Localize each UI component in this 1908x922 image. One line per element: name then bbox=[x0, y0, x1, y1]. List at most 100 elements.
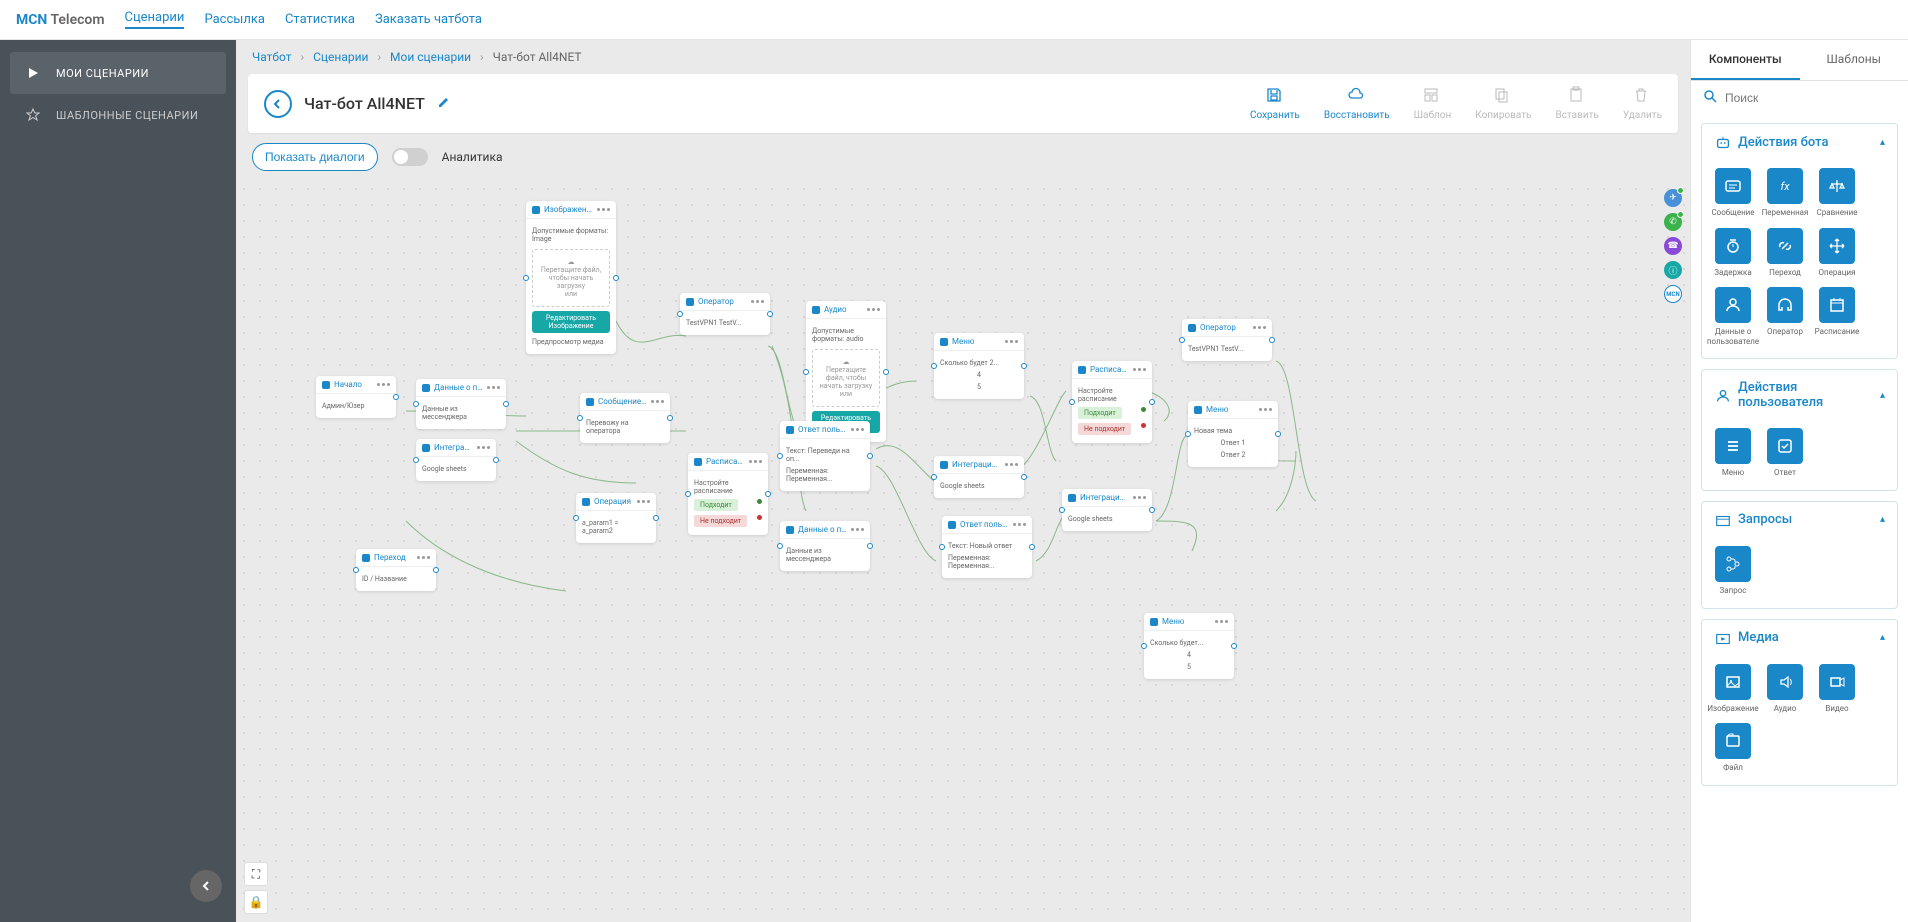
toolbar-label: Сохранить bbox=[1250, 110, 1300, 121]
node-goto[interactable]: Переход ID / Название bbox=[356, 549, 436, 591]
component-scale[interactable]: Сравнение bbox=[1816, 168, 1858, 218]
node-title: Интеграция с G... bbox=[434, 443, 473, 452]
breadcrumb-chatbot[interactable]: Чатбот bbox=[252, 50, 292, 64]
node-menu[interactable]: Меню Сколько будет 2... 4 5 bbox=[934, 333, 1024, 399]
node-message-bot[interactable]: Сообщение бот... Перевожу на оператора bbox=[580, 393, 670, 443]
msg-icon bbox=[1715, 168, 1751, 204]
component-audio[interactable]: Аудио bbox=[1764, 664, 1806, 714]
component-headset[interactable]: Оператор bbox=[1764, 287, 1806, 346]
node-menu3[interactable]: Меню Сколько будет... 4 5 bbox=[1144, 613, 1234, 679]
node-operation[interactable]: Операция a_param1 = a_param2 bbox=[576, 493, 656, 543]
node-text: Текст: Переведи на оп... bbox=[786, 445, 864, 465]
node-userdata[interactable]: Данные о пользова... Данные из мессендже… bbox=[416, 379, 506, 429]
node-title: Операция bbox=[594, 497, 633, 506]
node-answer[interactable]: Ответ пользова... Текст: Переведи на оп.… bbox=[780, 421, 870, 491]
viber-status-icon[interactable]: ☎ bbox=[1664, 237, 1682, 255]
component-link[interactable]: Переход bbox=[1764, 228, 1806, 278]
component-calendar[interactable]: Расписание bbox=[1816, 287, 1858, 346]
menu-option[interactable]: Ответ 2 bbox=[1194, 449, 1272, 461]
node-text: Переменная: Переменная... bbox=[948, 552, 1026, 572]
menu-option[interactable]: 4 bbox=[940, 369, 1018, 381]
back-button[interactable] bbox=[264, 90, 292, 118]
component-file[interactable]: Файл bbox=[1712, 723, 1754, 773]
sidebar-item-my-scenarios[interactable]: МОИ СЦЕНАРИИ bbox=[10, 52, 226, 94]
mcn-status-icon[interactable]: MCN bbox=[1664, 285, 1682, 303]
upload-area[interactable]: ☁ Перетащите файл, чтобы начать загрузку… bbox=[812, 349, 880, 407]
toolbar-label: Копировать bbox=[1475, 110, 1531, 121]
nav-scenarios[interactable]: Сценарии bbox=[125, 10, 185, 29]
group-title: Запросы bbox=[1738, 512, 1792, 527]
component-move[interactable]: Операция bbox=[1816, 228, 1858, 278]
component-answer[interactable]: Ответ bbox=[1764, 428, 1806, 478]
analytics-toggle[interactable] bbox=[392, 148, 428, 166]
image-icon bbox=[1715, 664, 1751, 700]
node-userdata2[interactable]: Данные о пользова... Данные из мессендже… bbox=[780, 521, 870, 571]
show-dialogs-button[interactable]: Показать диалоги bbox=[252, 143, 378, 171]
menu-option[interactable]: 5 bbox=[1150, 661, 1228, 673]
telegram-status-icon[interactable]: ✈ bbox=[1664, 189, 1682, 207]
channel-status-icons: ✈ ✆ ☎ ⓘ MCN bbox=[1664, 189, 1682, 303]
node-text: Перетащите файл, чтобы начать загрузку bbox=[817, 366, 875, 390]
component-label: Ответ bbox=[1774, 468, 1796, 478]
nav-order-bot[interactable]: Заказать чатбота bbox=[375, 12, 482, 27]
tag-ok: Подходит bbox=[694, 499, 738, 511]
menu-option[interactable]: Ответ 1 bbox=[1194, 437, 1272, 449]
restore-button[interactable]: Восстановить bbox=[1324, 86, 1390, 121]
node-title: Интеграция с G... bbox=[952, 460, 1001, 469]
component-userdata[interactable]: Данные о пользователе bbox=[1712, 287, 1754, 346]
group-header[interactable]: Запросы▴ bbox=[1702, 502, 1897, 538]
copy-icon bbox=[1493, 86, 1513, 106]
upload-area[interactable]: ☁ Перетащите файл, чтобы начать загрузку… bbox=[532, 249, 610, 307]
breadcrumb-scenarios[interactable]: Сценарии bbox=[313, 50, 368, 64]
group-header[interactable]: Действия пользователя▴ bbox=[1702, 370, 1897, 420]
left-sidebar: МОИ СЦЕНАРИИ ШАБЛОННЫЕ СЦЕНАРИИ bbox=[0, 40, 236, 922]
group-header[interactable]: Медиа▴ bbox=[1702, 620, 1897, 656]
controls-bar: Показать диалоги Аналитика bbox=[236, 133, 1690, 181]
sidebar-item-template-scenarios[interactable]: ШАБЛОННЫЕ СЦЕНАРИИ bbox=[10, 94, 226, 136]
node-schedule2[interactable]: Расписание Настройте расписание Подходит… bbox=[1072, 361, 1152, 443]
nav-mailing[interactable]: Рассылка bbox=[204, 12, 265, 27]
group-header[interactable]: Действия бота▴ bbox=[1702, 124, 1897, 160]
node-button[interactable]: Редактировать Изображение bbox=[532, 311, 610, 333]
component-msg[interactable]: Сообщение bbox=[1712, 168, 1754, 218]
component-timer[interactable]: Задержка bbox=[1712, 228, 1754, 278]
nav-stats[interactable]: Статистика bbox=[285, 12, 355, 27]
save-button[interactable]: Сохранить bbox=[1250, 86, 1300, 121]
menu-option[interactable]: 5 bbox=[940, 381, 1018, 393]
audio-icon bbox=[1767, 664, 1803, 700]
node-schedule[interactable]: Расписание Настройте расписание Подходит… bbox=[688, 453, 768, 535]
node-answer2[interactable]: Ответ пользова... Текст: Новый ответ Пер… bbox=[942, 516, 1032, 578]
breadcrumb-my-scenarios[interactable]: Мои сценарии bbox=[390, 50, 471, 64]
flow-canvas[interactable]: Изображение Допустимые форматы: Image ☁ … bbox=[236, 181, 1690, 922]
node-title: Переход bbox=[374, 553, 413, 562]
node-title: Оператор bbox=[1200, 323, 1249, 332]
component-menu[interactable]: Меню bbox=[1712, 428, 1754, 478]
node-operator2[interactable]: Оператор TestVPN1 TestV... bbox=[1182, 319, 1272, 361]
node-integration3[interactable]: Интеграция с G... Google sheets bbox=[1062, 489, 1152, 531]
menu-option[interactable]: 4 bbox=[1150, 649, 1228, 661]
node-text: или bbox=[537, 290, 605, 298]
component-fx[interactable]: fxПеременная bbox=[1764, 168, 1806, 218]
cloud-upload-icon: ☁ bbox=[817, 358, 875, 366]
component-image[interactable]: Изображение bbox=[1712, 664, 1754, 714]
info-status-icon[interactable]: ⓘ bbox=[1664, 261, 1682, 279]
search-input[interactable] bbox=[1725, 91, 1896, 105]
node-title: Сообщение бот... bbox=[598, 397, 647, 406]
tab-components[interactable]: Компоненты bbox=[1691, 40, 1800, 80]
component-group: Действия бота▴ СообщениеfxПеременнаяСравн… bbox=[1701, 123, 1898, 359]
lock-button[interactable]: 🔒 bbox=[244, 890, 268, 914]
node-text: Данные из мессенджера bbox=[786, 545, 864, 565]
node-operator[interactable]: Оператор TestVPN1 TestV... bbox=[680, 293, 770, 335]
node-image[interactable]: Изображение Допустимые форматы: Image ☁ … bbox=[526, 201, 616, 354]
fullscreen-button[interactable]: ⛶ bbox=[244, 862, 268, 886]
tab-templates[interactable]: Шаблоны bbox=[1800, 40, 1908, 80]
edit-title-button[interactable] bbox=[437, 95, 451, 113]
node-menu2[interactable]: Меню Новая тема Ответ 1 Ответ 2 bbox=[1188, 401, 1278, 467]
node-integration[interactable]: Интеграция с G... Google sheets bbox=[416, 439, 496, 481]
component-video[interactable]: Видео bbox=[1816, 664, 1858, 714]
node-start[interactable]: Начало Админ/Юзер bbox=[316, 376, 396, 418]
collapse-sidebar-button[interactable] bbox=[190, 870, 222, 902]
whatsapp-status-icon[interactable]: ✆ bbox=[1664, 213, 1682, 231]
node-integration2[interactable]: Интеграция с G... Google sheets bbox=[934, 456, 1024, 498]
component-branch[interactable]: Запрос bbox=[1712, 546, 1754, 596]
